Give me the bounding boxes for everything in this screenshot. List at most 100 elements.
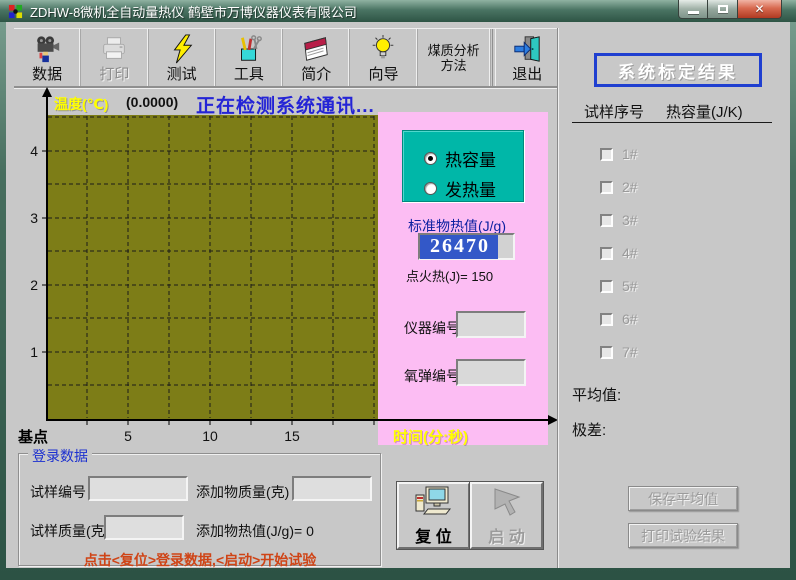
bomb-no-label: 氧弹编号 [404, 366, 460, 386]
toolbar-button-tools[interactable]: 工具 [216, 29, 283, 86]
reset-label: 复 位 [415, 523, 451, 547]
cursor-arrow-icon [487, 485, 527, 521]
minimize-icon [688, 11, 699, 14]
checkbox-icon [600, 181, 613, 194]
standard-heat-input[interactable]: 26470 [418, 233, 515, 260]
x-tick-15: 15 [280, 428, 304, 444]
toolbar-label: 数据 [32, 66, 62, 83]
toolbar-separator [492, 29, 496, 86]
app-window: ZDHW-8微机全自动量热仪 鹤壁市万博仪器仪表有限公司 ✕ [0, 0, 796, 580]
y-tick-3: 3 [24, 210, 38, 226]
checkbox-icon [600, 148, 613, 161]
additive-heat-label: 添加物热值(J/g)= 0 [196, 521, 314, 541]
additive-mass-label: 添加物质量(克) [196, 482, 289, 502]
sample-no-label: 试样编号 [30, 482, 86, 502]
title-bar: ZDHW-8微机全自动量热仪 鹤壁市万博仪器仪表有限公司 ✕ [0, 0, 796, 22]
chart-current-value: (0.0000) [126, 94, 178, 110]
toolbar-button-data[interactable]: 数据 [14, 29, 81, 86]
column-header-capacity: 热容量(J/K) [666, 101, 743, 122]
sample-label: 6# [622, 311, 638, 327]
sample-mass-input[interactable] [104, 515, 184, 540]
start-button[interactable]: 启 动 [470, 482, 543, 549]
maximize-button[interactable] [708, 0, 737, 19]
checkbox-icon [600, 280, 613, 293]
header-underline [572, 122, 772, 123]
radio-selected-icon [424, 152, 437, 165]
minimize-button[interactable] [678, 0, 708, 19]
toolbar-button-test[interactable]: 测试 [149, 29, 216, 86]
toolbar-divider [14, 87, 558, 89]
checkbox-icon [600, 214, 613, 227]
bomb-no-input[interactable] [456, 359, 526, 386]
toolbar-label: 打印 [99, 66, 129, 83]
sample-checkbox-5[interactable]: 5# [600, 278, 638, 294]
login-group-title: 登录数据 [28, 446, 92, 466]
sample-label: 5# [622, 278, 638, 294]
sample-label: 4# [622, 245, 638, 261]
average-label: 平均值: [572, 384, 621, 405]
sample-label: 3# [622, 212, 638, 228]
toolbar-label: 向导 [368, 66, 398, 83]
instrument-no-label: 仪器编号 [404, 318, 460, 338]
checkbox-icon [600, 313, 613, 326]
sample-checkbox-6[interactable]: 6# [600, 311, 638, 327]
sidebar-title: 系统标定结果 [618, 58, 738, 83]
toolbar-button-wizard[interactable]: 向导 [350, 29, 417, 86]
start-label: 启 动 [488, 523, 524, 547]
mode-option-label: 发热量 [445, 176, 496, 201]
sample-checkbox-3[interactable]: 3# [600, 212, 638, 228]
sidebar-title-box: 系统标定结果 [594, 53, 762, 87]
sample-no-input[interactable] [88, 476, 188, 501]
toolbar-button-coal-analysis[interactable]: 煤质分析 方法 [418, 29, 491, 86]
toolbar-button-print[interactable]: 打印 [81, 29, 148, 86]
chart-origin-label: 基点 [18, 426, 48, 447]
x-tick-10: 10 [198, 428, 222, 444]
status-message: 正在检测系统通讯... [196, 91, 375, 118]
chart-y-axis-label: 温度(℃) [54, 94, 108, 114]
caption-buttons: ✕ [678, 0, 782, 19]
sample-mass-label: 试样质量(克) [30, 521, 109, 541]
instrument-no-input[interactable] [456, 311, 526, 338]
sample-checkbox-1[interactable]: 1# [600, 146, 638, 162]
additive-mass-input[interactable] [292, 476, 372, 501]
reset-button[interactable]: 复 位 [397, 482, 470, 549]
toolbar-label-line2: 方法 [441, 58, 467, 73]
exit-door-icon [512, 32, 542, 66]
camera-icon [32, 32, 62, 66]
toolbar-label-line1: 煤质分析 [428, 43, 480, 58]
mode-option-heat-capacity[interactable]: 热容量 [424, 146, 496, 171]
save-average-button[interactable]: 保存平均值 [628, 486, 738, 511]
ignition-heat-label: 点火热(J)= 150 [406, 266, 493, 285]
lightning-icon [167, 32, 197, 66]
sidebar-divider [557, 28, 559, 568]
toolbar-label: 简介 [301, 66, 331, 83]
column-header-sample: 试样序号 [584, 101, 644, 122]
notebook-icon [301, 32, 331, 66]
sample-label: 2# [622, 179, 638, 195]
x-tick-5: 5 [116, 428, 140, 444]
bulb-icon [368, 32, 398, 66]
mode-option-label: 热容量 [445, 146, 496, 171]
sample-label: 7# [622, 344, 638, 360]
toolbar: 数据 打印 测试 [14, 28, 558, 87]
toolbar-button-exit[interactable]: 退出 [497, 29, 558, 86]
chart-plot-area [47, 115, 378, 420]
sample-checkbox-7[interactable]: 7# [600, 344, 638, 360]
sample-checkbox-4[interactable]: 4# [600, 245, 638, 261]
range-label: 极差: [572, 419, 606, 440]
y-tick-4: 4 [24, 143, 38, 159]
close-button[interactable]: ✕ [737, 0, 782, 19]
print-results-label: 打印试验结果 [641, 526, 725, 546]
y-tick-1: 1 [24, 344, 38, 360]
sample-checkbox-2[interactable]: 2# [600, 179, 638, 195]
save-average-label: 保存平均值 [648, 489, 718, 509]
mode-option-calorific-value[interactable]: 发热量 [424, 176, 496, 201]
toolbar-label: 测试 [167, 66, 197, 83]
computer-icon [414, 485, 454, 521]
toolbar-button-intro[interactable]: 简介 [283, 29, 350, 86]
selected-text: 26470 [420, 235, 498, 259]
print-results-button[interactable]: 打印试验结果 [628, 523, 738, 548]
chart-x-axis-label: 时间(分:秒) [393, 426, 468, 447]
maximize-icon [718, 5, 728, 13]
checkbox-icon [600, 346, 613, 359]
